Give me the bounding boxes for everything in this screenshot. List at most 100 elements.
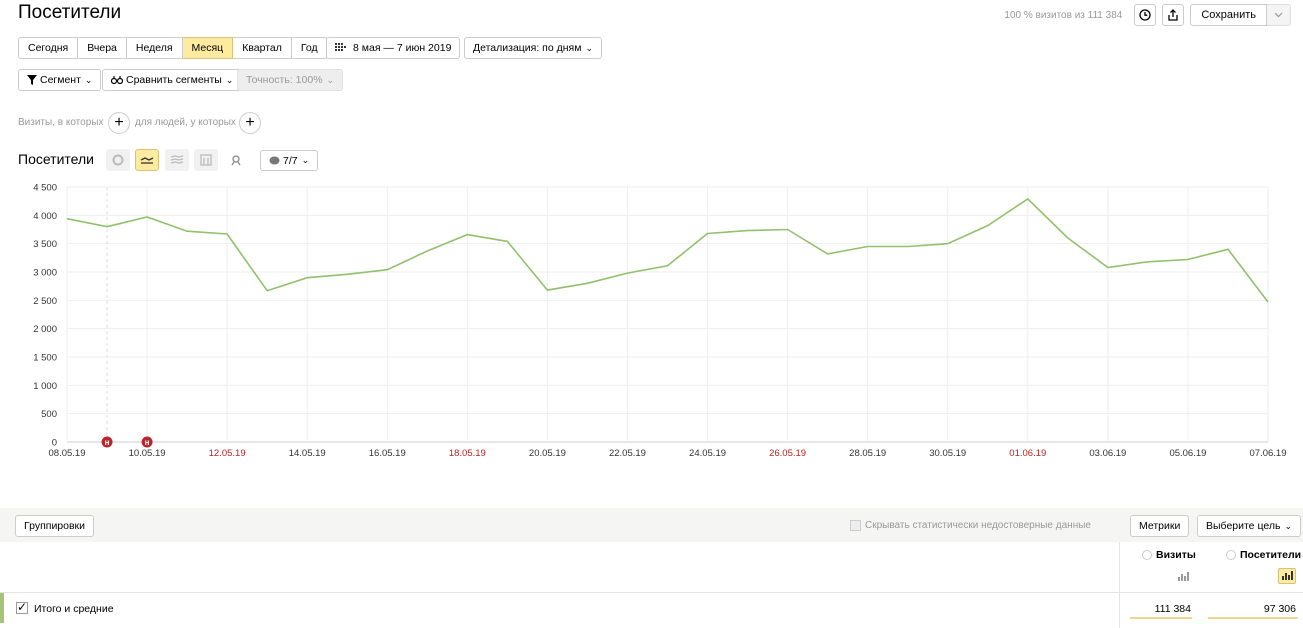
y-tick-label: 1 000 — [33, 381, 57, 392]
export-icon — [1168, 9, 1178, 21]
history-button[interactable] — [1134, 4, 1157, 26]
bar-icon — [1180, 574, 1183, 581]
chevron-down-icon: ⌄ — [225, 74, 234, 85]
bar-icon — [1287, 575, 1290, 580]
bar-icon — [1290, 571, 1293, 580]
chevron-down-icon: ⌄ — [585, 42, 593, 53]
pie-chart-icon — [112, 154, 124, 166]
x-tick-label: 30.05.19 — [929, 448, 966, 459]
accuracy-label: Точность: 100% — [246, 74, 323, 86]
period-button[interactable]: Вчера — [78, 37, 127, 59]
y-tick-label: 0 — [52, 438, 57, 449]
visits-filter-label: Визиты, в которых — [18, 117, 104, 128]
add-people-filter-button[interactable]: + — [239, 112, 261, 134]
checkbox[interactable] — [850, 520, 861, 531]
period-button[interactable]: Неделя — [126, 37, 183, 59]
hide-unreliable-label: Скрывать статистически недостоверные дан… — [865, 520, 1091, 531]
segment-button[interactable]: Сегмент ⌄ — [18, 69, 102, 91]
chevron-down-icon: ⌄ — [301, 155, 310, 165]
chevron-down-icon — [1274, 12, 1283, 18]
chart-toggle-visitors[interactable] — [1278, 568, 1296, 584]
y-tick-label: 4 500 — [33, 183, 57, 194]
x-tick-label: 05.06.19 — [1169, 448, 1206, 459]
map-chart-type-button[interactable] — [224, 149, 248, 171]
plus-icon: + — [245, 114, 255, 131]
compare-segments-button[interactable]: Сравнить сегменты ⌄ — [102, 69, 243, 91]
calendar-icon — [335, 43, 346, 51]
x-tick-label: 08.05.19 — [49, 448, 86, 459]
x-tick-label: 20.05.19 — [529, 448, 566, 459]
x-tick-label: 03.06.19 — [1089, 448, 1126, 459]
top-toolbar: 100 % визитов из 111 384 Сохранить — [1004, 4, 1303, 26]
x-tick-label: 22.05.19 — [609, 448, 646, 459]
bar-icon — [1284, 573, 1287, 580]
filter-icon — [27, 75, 37, 85]
x-tick-label: 12.05.19 — [209, 448, 246, 459]
annotation-marker-label: н — [145, 438, 150, 447]
chevron-down-icon: ⌄ — [84, 74, 93, 85]
period-button[interactable]: Сегодня — [18, 37, 79, 59]
date-range-button[interactable]: 8 мая — 7 июн 2019 — [326, 37, 461, 59]
column-header-visitors[interactable]: Посетители — [1226, 549, 1301, 561]
save-button[interactable]: Сохранить — [1190, 4, 1267, 26]
hide-unreliable-toggle[interactable]: Скрывать статистически недостоверные дан… — [850, 520, 1091, 531]
compare-icon — [111, 76, 123, 85]
save-dropdown[interactable] — [1267, 4, 1291, 26]
y-tick-label: 2 000 — [33, 324, 57, 335]
total-row-label: Итого и средние — [34, 603, 114, 615]
date-range-label: 8 мая — 7 июн 2019 — [353, 42, 452, 54]
period-button[interactable]: Квартал — [233, 37, 292, 59]
goal-dropdown[interactable]: Выберите цель ⌄ — [1197, 515, 1301, 537]
y-tick-label: 3 500 — [33, 239, 57, 250]
column-label: Посетители — [1240, 549, 1302, 561]
add-visit-filter-button[interactable]: + — [108, 112, 130, 134]
annotation-marker-label: н — [105, 438, 110, 447]
bar-icon — [1183, 576, 1186, 581]
period-button[interactable]: Месяц — [182, 37, 234, 59]
line-chart-type-button[interactable] — [135, 149, 159, 171]
comment-icon — [269, 156, 280, 164]
chart-title: Посетители — [18, 151, 94, 167]
y-tick-label: 500 — [41, 409, 57, 420]
column-header-visits[interactable]: Визиты — [1142, 549, 1196, 561]
total-visitors-value: 97 306 — [1263, 603, 1296, 615]
total-row-checkbox[interactable]: ✓ — [16, 601, 28, 614]
chevron-down-icon: ⌄ — [326, 74, 335, 85]
bar-chart-icon — [200, 154, 212, 166]
segment-label: Сегмент — [40, 74, 81, 86]
x-tick-label: 01.06.19 — [1009, 448, 1046, 459]
area-chart-type-button[interactable] — [165, 149, 189, 171]
total-visits-value: 111 384 — [1154, 603, 1191, 615]
pie-chart-type-button[interactable] — [106, 149, 130, 171]
x-tick-label: 07.06.19 — [1250, 448, 1287, 459]
series-color-strip — [0, 593, 4, 623]
bar-chart-type-button[interactable] — [194, 149, 218, 171]
y-tick-label: 2 500 — [33, 296, 57, 307]
y-tick-label: 4 000 — [33, 211, 57, 222]
accuracy-dropdown[interactable]: Точность: 100% ⌄ — [237, 69, 344, 91]
visit-info: 100 % визитов из 111 384 — [1004, 9, 1123, 21]
series-count: 7/7 — [283, 154, 298, 167]
y-tick-label: 3 000 — [33, 268, 57, 279]
metrics-button[interactable]: Метрики — [1130, 515, 1190, 537]
table-row-total — [0, 593, 1303, 623]
compare-label: Сравнить сегменты — [126, 74, 222, 86]
line-chart-icon — [140, 157, 154, 164]
chart-toggle-visits[interactable] — [1174, 568, 1192, 584]
x-tick-label: 16.05.19 — [369, 448, 406, 459]
y-tick-label: 1 500 — [33, 353, 57, 364]
x-tick-label: 10.05.19 — [129, 448, 166, 459]
page-title: Посетители — [18, 2, 122, 23]
detail-dropdown[interactable]: Детализация: по дням ⌄ — [464, 37, 602, 59]
period-selector: Сегодня Вчера Неделя Месяц Квартал Год — [18, 37, 328, 59]
chevron-down-icon: ⌄ — [1284, 520, 1292, 531]
metrics-label: Метрики — [1139, 520, 1181, 532]
x-tick-label: 28.05.19 — [849, 448, 886, 459]
annotations-dropdown[interactable]: 7/7 ⌄ — [260, 150, 319, 171]
export-button[interactable] — [1162, 4, 1185, 26]
x-tick-label: 24.05.19 — [689, 448, 726, 459]
period-button[interactable]: Год — [291, 37, 328, 59]
groupings-button[interactable]: Группировки — [15, 515, 95, 537]
clock-icon — [1226, 550, 1236, 560]
bar-icon — [1186, 572, 1189, 581]
